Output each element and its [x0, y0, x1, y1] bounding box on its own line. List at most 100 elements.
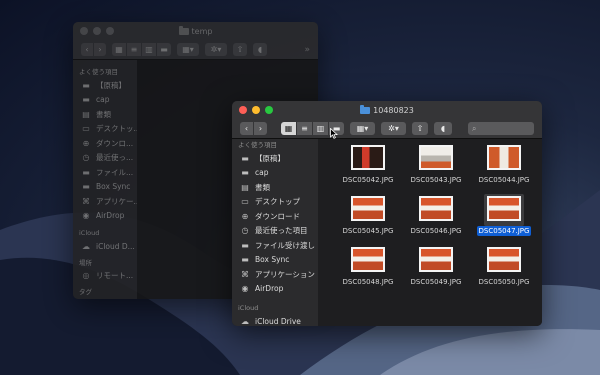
- file-area[interactable]: DSC05042.JPG DSC05043.JPG DSC05044.JPG DSC0…: [318, 139, 542, 326]
- title-bar[interactable]: 10480823: [232, 101, 542, 119]
- action-gear-icon[interactable]: ✲▾: [205, 43, 227, 56]
- sidebar-item[interactable]: ▬ cap: [73, 93, 137, 108]
- file-item[interactable]: DSC05050.JPG: [470, 245, 538, 287]
- thumbnail-frame: [416, 245, 456, 277]
- sidebar-item[interactable]: ▬ ファイル受け渡し: [232, 238, 318, 253]
- folder-icon: [178, 25, 189, 35]
- file-name: DSC05046.JPG: [410, 227, 462, 235]
- sidebar-item[interactable]: ▬ 【原稿】: [232, 151, 318, 166]
- sidebar-item[interactable]: ◷ 最近使っ...: [73, 151, 137, 166]
- sidebar-item[interactable]: ▤ 書類: [73, 107, 137, 122]
- search-field[interactable]: ⌕: [468, 122, 534, 135]
- file-item[interactable]: DSC05042.JPG: [334, 143, 402, 185]
- file-item[interactable]: DSC05044.JPG: [470, 143, 538, 185]
- sidebar-item[interactable]: ◷ 最近使った項目: [232, 224, 318, 239]
- file-name: DSC05042.JPG: [342, 176, 394, 184]
- folder-icon: ▬: [241, 153, 249, 163]
- list-view-icon[interactable]: ≡: [297, 122, 312, 135]
- column-view-icon[interactable]: ▥: [142, 43, 156, 56]
- sidebar-item-label: アプリケー...: [96, 196, 137, 206]
- sidebar-item[interactable]: ⌘ アプリケーション: [232, 267, 318, 282]
- file-item[interactable]: DSC05049.JPG: [402, 245, 470, 287]
- minimize-button[interactable]: [252, 106, 260, 114]
- sidebar-item-label: デスクトップ: [255, 197, 300, 207]
- locations-header: 場所: [79, 258, 92, 267]
- share-icon[interactable]: ⇧: [412, 122, 428, 135]
- file-item[interactable]: DSC05043.JPG: [402, 143, 470, 185]
- sidebar-item[interactable]: ⊕ ダウンロ...: [73, 136, 137, 151]
- zoom-button[interactable]: [265, 106, 273, 114]
- sidebar: よく使う項目 ▬ 【原稿】 ▬ cap ▤ 書類 ▭ デスクトッ... ⊕ ダウンロ... ◷ 最近使…: [73, 60, 137, 299]
- sidebar-item[interactable]: ▬ ファイル...: [73, 165, 137, 180]
- image-thumbnail-icon: [351, 247, 385, 272]
- sidebar-item-label: AirDrop: [96, 211, 125, 221]
- finder-window[interactable]: 10480823 ‹ › ▦ ≡ ▥ ▬ ▦▾ ✲▾ ⇧ ◖ ⌕ よく使う項目 …: [232, 101, 542, 326]
- column-view-icon[interactable]: ▥: [313, 122, 328, 135]
- action-gear-icon[interactable]: ✲▾: [381, 122, 406, 135]
- back-button[interactable]: ‹: [81, 43, 93, 56]
- file-item[interactable]: DSC05048.JPG: [334, 245, 402, 287]
- forward-button[interactable]: ›: [94, 43, 106, 56]
- thumbnail-frame: [348, 194, 388, 226]
- airdrop-icon: ◉: [241, 284, 249, 294]
- file-item[interactable]: DSC05047.JPG: [470, 194, 538, 236]
- minimize-button[interactable]: [93, 27, 101, 35]
- sidebar-item[interactable]: ▬ Box Sync: [232, 253, 318, 268]
- folder-icon: [360, 104, 371, 114]
- sidebar-item-label: cap: [255, 168, 269, 178]
- folder-icon: ▬: [82, 80, 90, 90]
- disc-icon: ◎: [82, 271, 90, 281]
- sidebar-item[interactable]: ▬ 【原稿】: [73, 78, 137, 93]
- close-button[interactable]: [239, 106, 247, 114]
- tag-icon[interactable]: ◖: [434, 122, 452, 135]
- toolbar: ‹ › ▦ ≡ ▥ ▬ ▦▾ ✲▾ ⇧ ◖ ⌕: [232, 119, 542, 139]
- sidebar-item[interactable]: ⊕ ダウンロード: [232, 209, 318, 224]
- sidebar-item[interactable]: ◉ AirDrop: [73, 209, 137, 224]
- file-name: DSC05043.JPG: [410, 176, 462, 184]
- icon-view-icon[interactable]: ▦: [281, 122, 296, 135]
- share-icon[interactable]: ⇧: [233, 43, 247, 56]
- window-controls: [239, 106, 273, 114]
- overflow-chevron-icon[interactable]: »: [304, 45, 310, 55]
- sidebar-item-icloud[interactable]: ☁ iCloud Drive: [232, 314, 318, 326]
- sidebar-item-label: リモート...: [96, 271, 134, 281]
- window-title: 10480823: [360, 104, 414, 115]
- sidebar-item[interactable]: ▤ 書類: [232, 180, 318, 195]
- sidebar-item-label: iCloud Drive: [255, 316, 301, 326]
- sidebar-item-label: iCloud D...: [96, 241, 135, 251]
- sidebar-item[interactable]: ▬ Box Sync: [73, 180, 137, 195]
- sidebar-item[interactable]: ⌘ アプリケー...: [73, 194, 137, 209]
- icon-view-icon[interactable]: ▦: [112, 43, 126, 56]
- sidebar-item-icloud[interactable]: ☁ iCloud D...: [73, 239, 137, 254]
- thumbnail-frame: [484, 245, 524, 277]
- sidebar-item-label: Box Sync: [96, 182, 131, 192]
- sidebar-item[interactable]: ▭ デスクトップ: [232, 195, 318, 210]
- gallery-view-icon[interactable]: ▬: [157, 43, 171, 56]
- title-bar[interactable]: temp: [73, 22, 318, 40]
- sidebar-item-label: 【原稿】: [255, 153, 285, 163]
- sidebar-item-label: ファイル受け渡し: [255, 240, 315, 250]
- tag-icon[interactable]: ◖: [253, 43, 267, 56]
- airdrop-icon: ◉: [82, 211, 90, 221]
- sidebar-item[interactable]: ▬ cap: [232, 166, 318, 181]
- file-item[interactable]: DSC05045.JPG: [334, 194, 402, 236]
- file-name: DSC05048.JPG: [342, 278, 394, 286]
- zoom-button[interactable]: [106, 27, 114, 35]
- sidebar-item[interactable]: ◉ AirDrop: [232, 282, 318, 297]
- group-by-button[interactable]: ▦▾: [350, 122, 375, 135]
- sidebar-item-label: デスクトッ...: [96, 124, 137, 134]
- file-item[interactable]: DSC05046.JPG: [402, 194, 470, 236]
- sidebar-item-location[interactable]: ◎ リモート...: [73, 269, 137, 284]
- back-button[interactable]: ‹: [240, 122, 253, 135]
- sidebar-item[interactable]: ▭ デスクトッ...: [73, 122, 137, 137]
- mouse-cursor-icon: [330, 128, 338, 139]
- sidebar-item-label: アプリケーション: [255, 269, 315, 279]
- download-icon: ⊕: [241, 211, 249, 221]
- forward-button[interactable]: ›: [254, 122, 267, 135]
- close-button[interactable]: [80, 27, 88, 35]
- sidebar-item-label: 【原稿】: [96, 80, 126, 90]
- list-view-icon[interactable]: ≡: [127, 43, 141, 56]
- image-thumbnail-icon: [419, 196, 453, 221]
- group-by-button[interactable]: ▦▾: [177, 43, 199, 56]
- back-forward-control: ‹ ›: [240, 122, 267, 135]
